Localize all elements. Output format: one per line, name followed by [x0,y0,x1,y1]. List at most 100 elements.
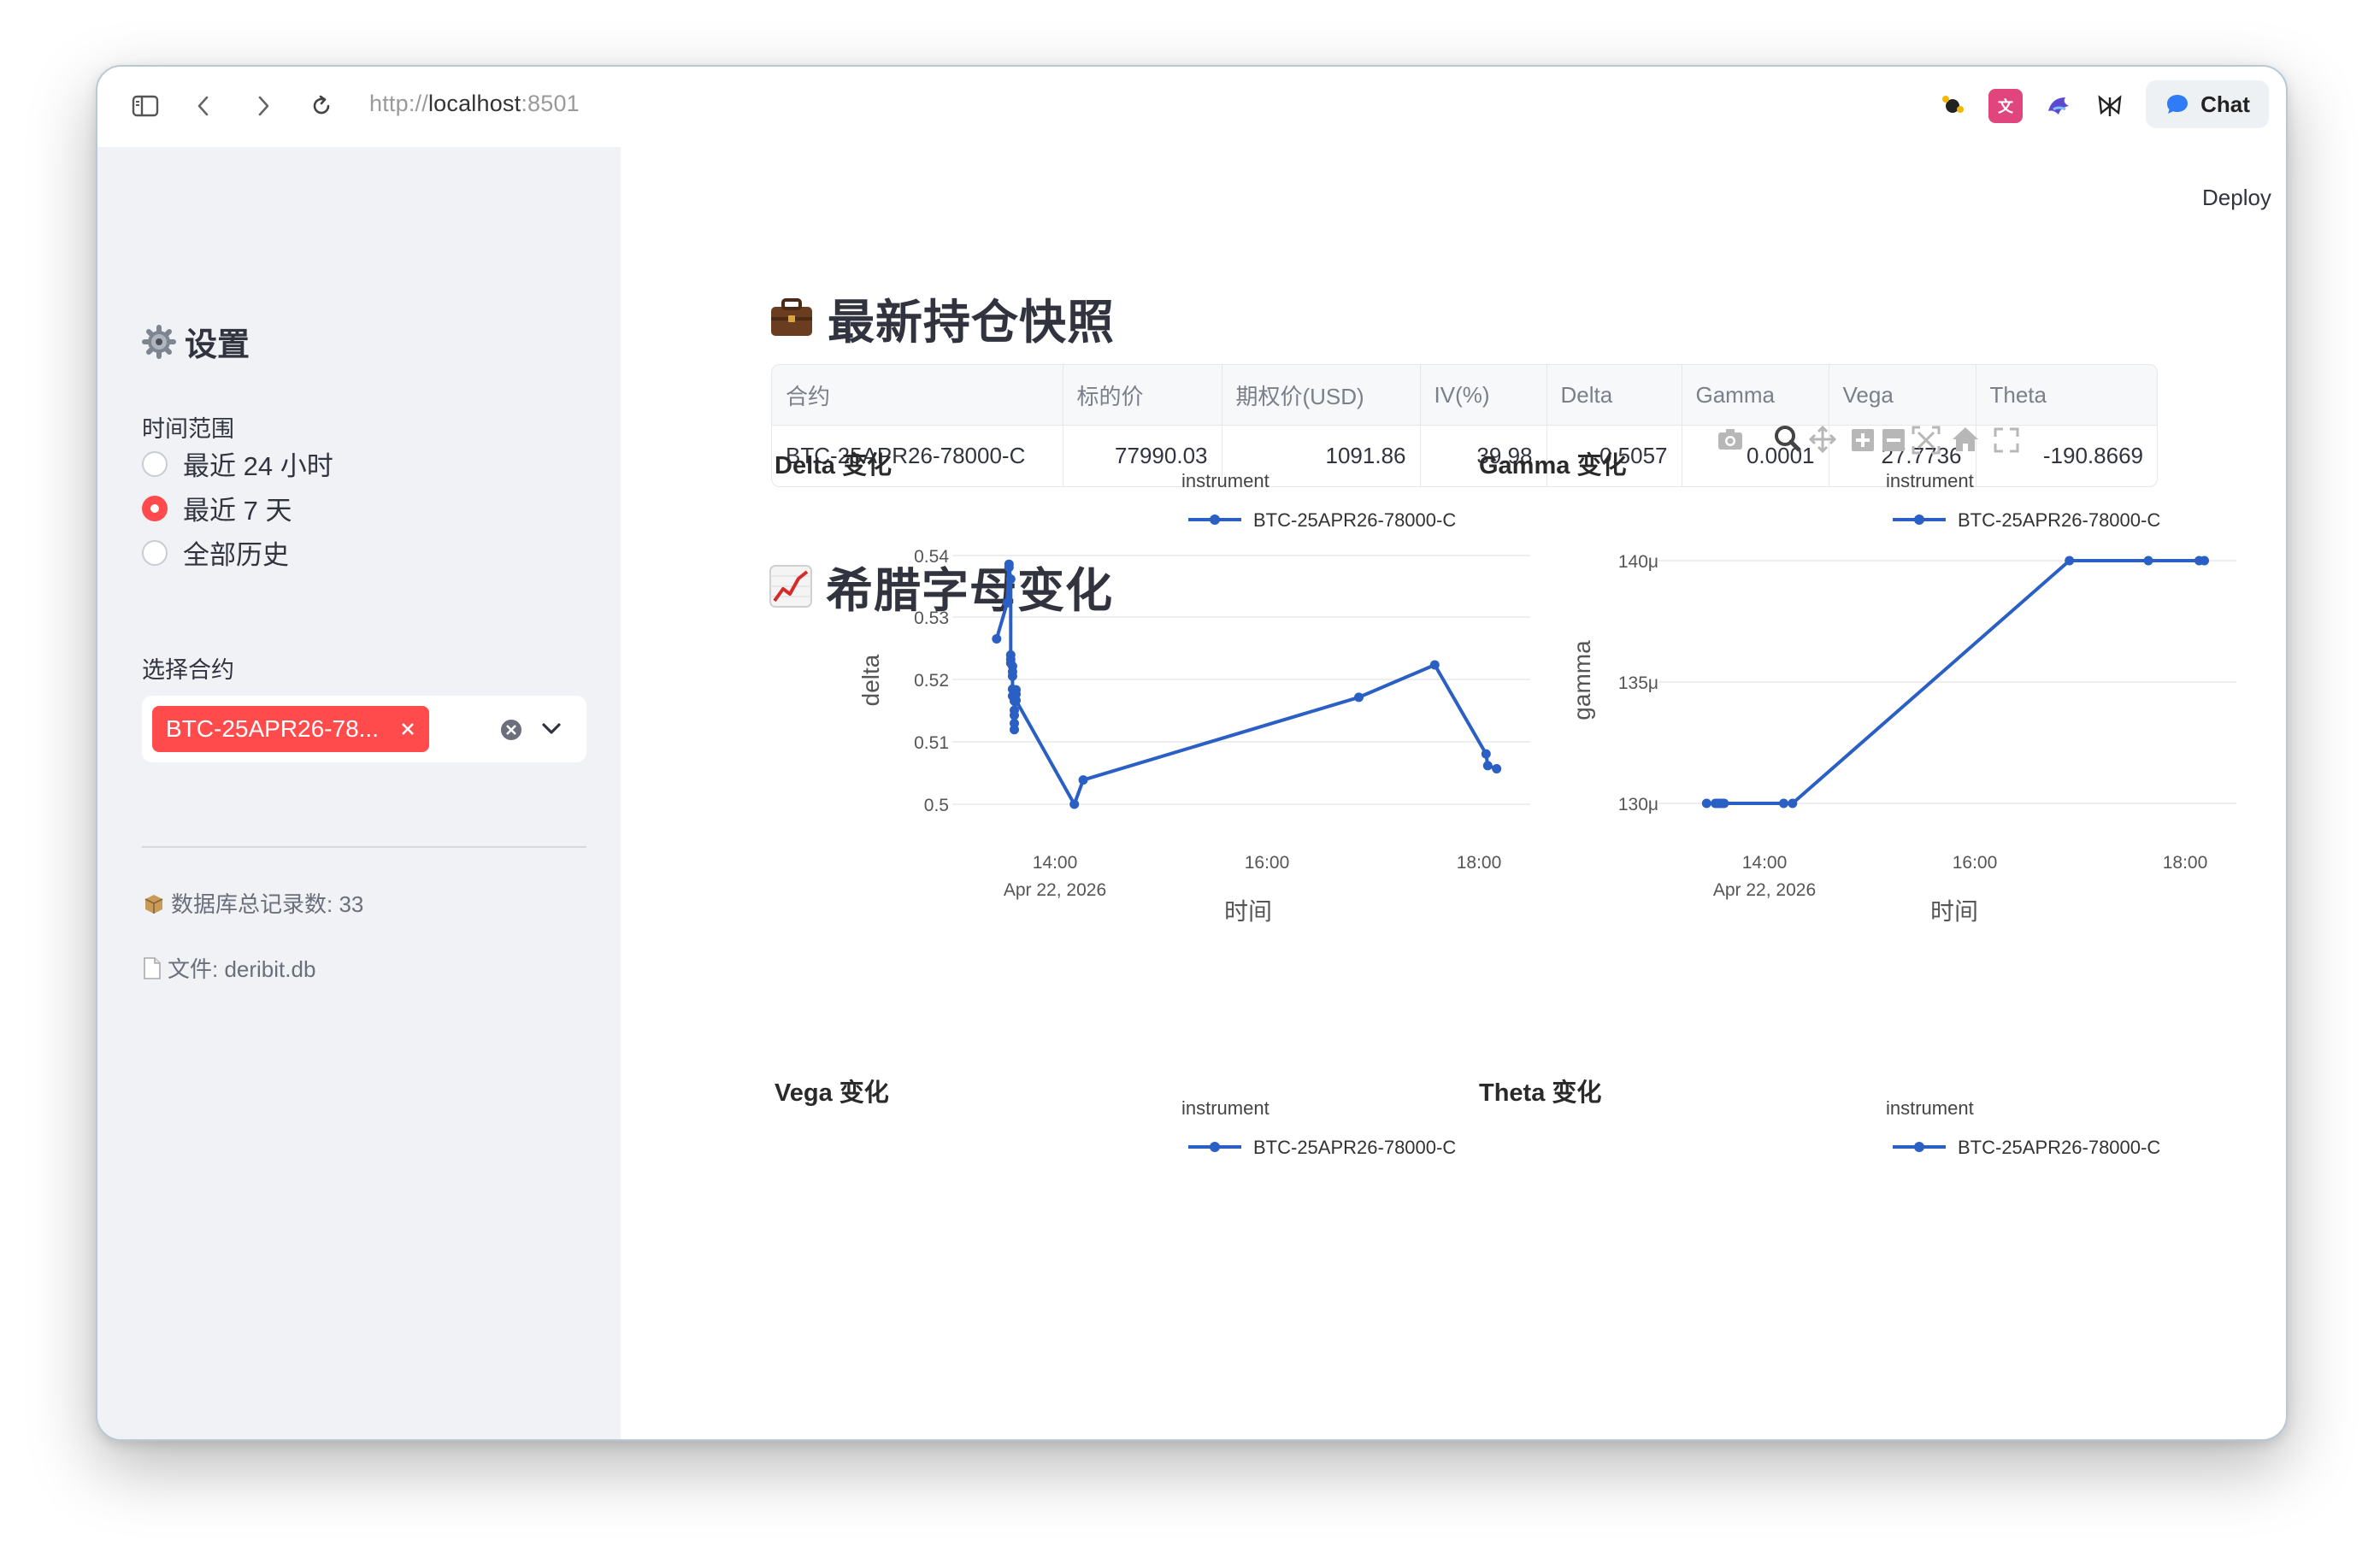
data-point[interactable] [1011,696,1021,705]
clear-all-icon[interactable] [499,718,523,742]
y-tick-label: 0.5 [924,796,949,815]
package-icon [144,894,163,914]
forward-icon[interactable] [246,89,280,123]
legend-item[interactable]: BTC-25APR26-78000-C [1893,509,2160,531]
y-gridlines [1658,560,2236,804]
x-tick-label: 14:00 [1033,853,1078,873]
data-point[interactable] [1482,761,1493,771]
theta-chart: Theta 变化 instrument BTC-25APR26-78000-C [1479,1078,2160,1158]
translate-extension-icon[interactable]: 文 [1988,89,2023,123]
sidebar-toggle-icon[interactable] [128,89,162,123]
reload-icon[interactable] [304,89,339,123]
data-point[interactable] [1788,798,1798,808]
data-point[interactable] [1719,798,1729,808]
data-point[interactable] [1002,597,1012,608]
db-records-caption: 数据库总记录数: 33 [142,887,363,919]
radio-label: 最近 24 小时 [183,451,333,481]
chevron-down-icon[interactable] [540,720,563,738]
sidebar-title: 设置 [142,318,250,365]
radio-button[interactable] [142,450,168,477]
data-point[interactable] [1069,799,1080,809]
legend-title: instrument [1886,470,1974,491]
y-tick-label: 0.52 [914,671,949,691]
legend-title: instrument [1181,1097,1270,1119]
reset-axes-home-icon[interactable] [1953,427,1978,451]
x-tick-label: 18:00 [1457,853,1502,873]
legend-title: instrument [1181,470,1270,491]
series-markers [992,559,1502,809]
legend-item[interactable]: BTC-25APR26-78000-C [1188,1137,1456,1158]
x-tick-label: 18:00 [2163,853,2208,873]
data-point[interactable] [1481,749,1491,759]
chart-title: Vega 变化 [775,1078,889,1107]
address-bar[interactable]: http://localhost:8501 [369,91,580,117]
camera-icon[interactable] [1718,429,1742,450]
data-point[interactable] [2200,556,2209,566]
chart-title: Theta 变化 [1479,1078,1601,1107]
gear-icon [142,324,176,359]
radio-button[interactable] [142,539,168,566]
time-range-label: 时间范围 [142,416,234,442]
radio-button-selected[interactable] [142,495,168,521]
vega-chart: Vega 变化 instrument BTC-25APR26-78000-C [775,1078,1456,1158]
sidebar: 设置 时间范围 最近 24 小时 最近 7 天 全部历史 选择合约 BTC-25… [97,147,621,1439]
data-point[interactable] [1004,562,1014,573]
legend-title: instrument [1886,1097,1974,1119]
pan-icon[interactable] [1808,425,1837,454]
chart-title: Delta 变化 [775,450,892,479]
legend-item[interactable]: BTC-25APR26-78000-C [1188,509,1456,531]
radio-option-all[interactable]: 全部历史 [142,533,289,572]
data-point[interactable] [1005,574,1016,585]
legend-label: BTC-25APR26-78000-C [1253,509,1456,531]
extension-butterfly-icon[interactable] [2093,89,2127,123]
chat-label: Chat [2200,91,2250,117]
data-point[interactable] [992,634,1002,644]
data-point[interactable] [1354,692,1364,703]
legend-item[interactable]: BTC-25APR26-78000-C [1893,1137,2160,1158]
data-point[interactable] [1078,775,1088,785]
data-point[interactable] [1429,660,1440,670]
extension-dot-icon[interactable] [1935,89,1970,123]
radio-option-7d[interactable]: 最近 7 天 [142,489,292,527]
instrument-chip[interactable]: BTC-25APR26-78... [152,706,429,752]
data-point[interactable] [1010,710,1019,720]
series-line [994,562,1498,806]
extension-bird-icon[interactable] [2041,89,2076,123]
instrument-multiselect[interactable]: BTC-25APR26-78... [142,696,586,762]
data-point[interactable] [1010,725,1019,735]
data-point[interactable] [1701,798,1711,808]
y-tick-label: 0.54 [914,547,949,567]
radio-option-24h[interactable]: 最近 24 小时 [142,444,333,483]
radio-label: 最近 7 天 [183,496,292,526]
chart-title: Gamma 变化 [1479,450,1626,479]
data-point[interactable] [2143,556,2153,566]
y-axis-title: delta [857,654,884,706]
y-axis-title: gamma [1569,640,1595,720]
legend-label: BTC-25APR26-78000-C [1958,1137,2160,1158]
y-tick-label: 140μ [1618,552,1658,572]
delta-chart: Delta 变化 instrument BTC-25APR26-78000-C … [775,450,1530,925]
db-file-caption: 文件: deribit.db [142,952,315,984]
y-tick-label: 135μ [1618,673,1658,693]
sidebar-divider [142,846,586,848]
data-point[interactable] [1779,798,1788,808]
autoscale-icon[interactable] [1912,426,1941,455]
data-point[interactable] [1007,671,1017,681]
x-tick-label: 16:00 [1245,853,1290,873]
y-tick-label: 0.51 [914,733,949,753]
legend-label: BTC-25APR26-78000-C [1253,1137,1456,1158]
radio-label: 全部历史 [183,540,289,570]
chat-button[interactable]: Chat [2146,80,2269,128]
remove-chip-icon[interactable] [400,721,415,737]
fullscreen-icon[interactable] [1994,427,2019,453]
zoom-out-icon[interactable] [1882,429,1905,451]
back-icon[interactable] [186,89,221,123]
browser-window: http://localhost:8501 文 Chat 设置 时间范围 最近 … [96,65,2288,1441]
instrument-select-label: 选择合约 [142,657,234,683]
data-point[interactable] [1492,764,1502,773]
document-icon [144,956,161,979]
svg-text:文: 文 [1998,97,2014,116]
zoom-icon[interactable] [1775,426,1801,452]
zoom-in-icon[interactable] [1852,429,1874,451]
data-point[interactable] [2065,556,2075,566]
